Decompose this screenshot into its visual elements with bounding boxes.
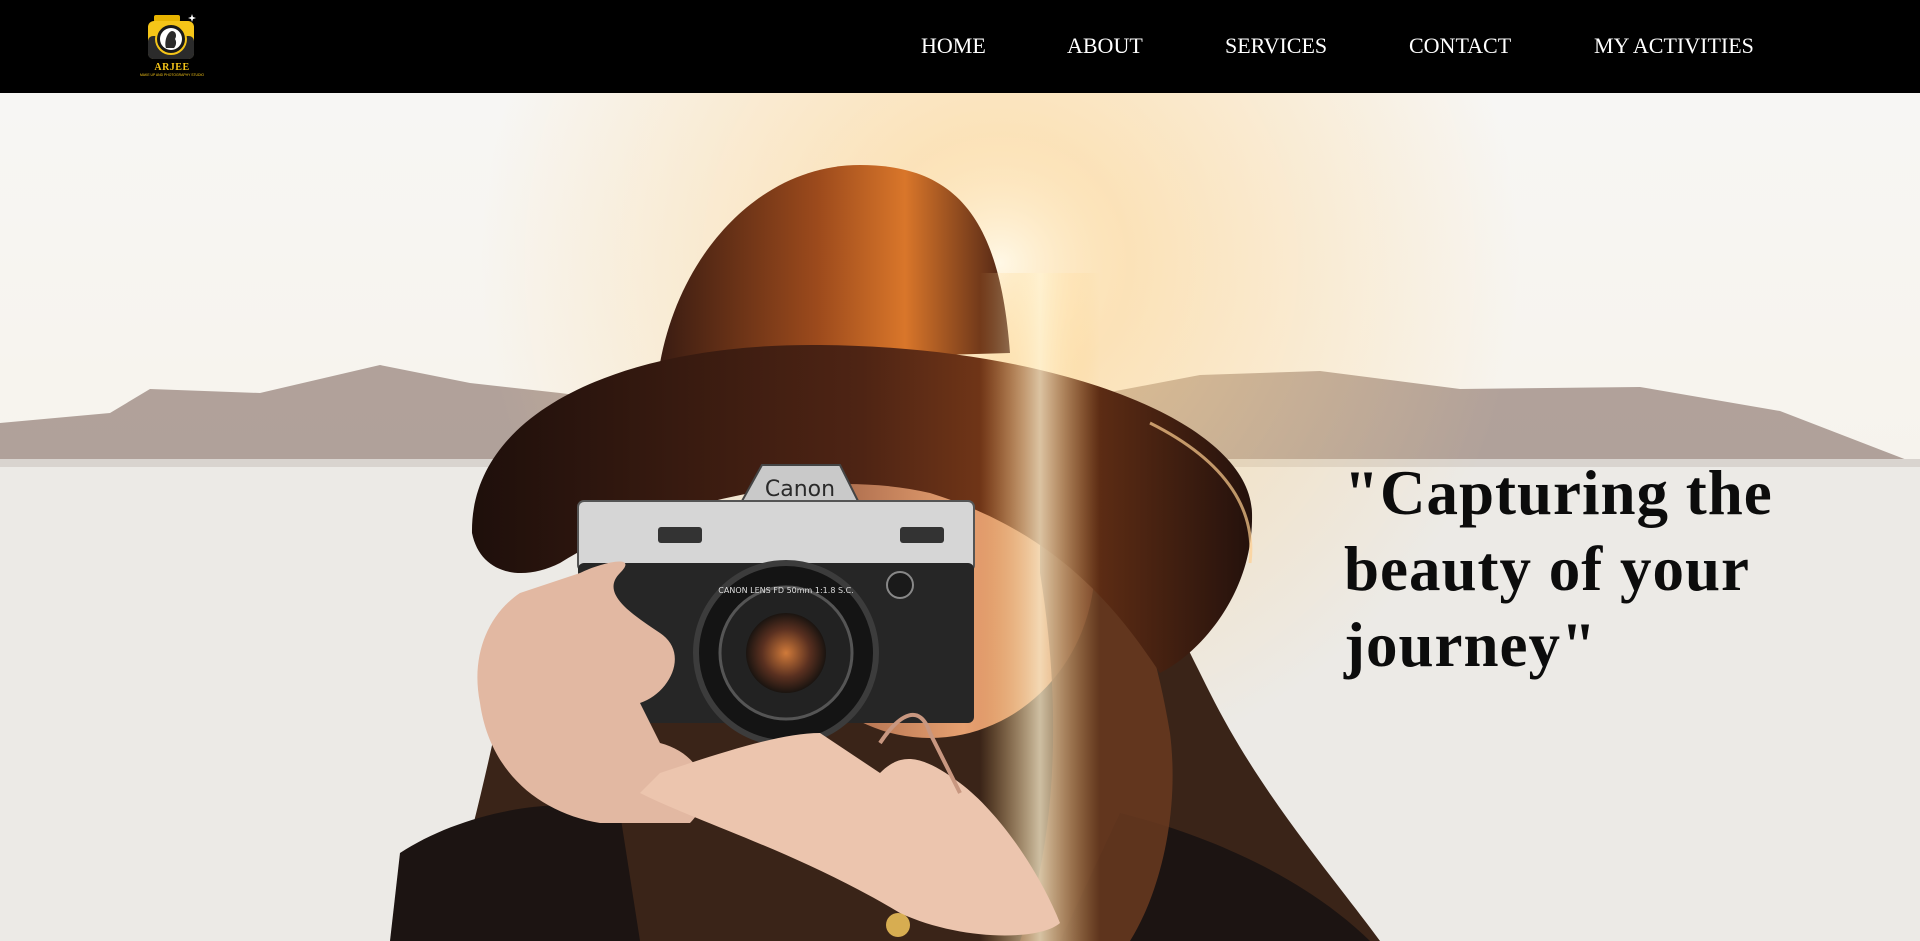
nav-contact-link[interactable]: CONTACT [1409,31,1511,61]
brand-tagline: MAKE UP AND PHOTOGRAPHY STUDIO [139,73,205,77]
lens-label: CANON LENS FD 50mm 1:1.8 S.C. [718,586,853,595]
nav-services-link[interactable]: SERVICES [1225,31,1327,61]
main-nav: HOME ABOUT SERVICES CONTACT MY ACTIVITIE… [0,31,1920,61]
camera-brand-label: Canon [765,477,835,502]
nav-home-link[interactable]: HOME [921,31,986,61]
nav-my-activities-link[interactable]: MY ACTIVITIES [1594,31,1754,61]
hero-quote: "Capturing the beauty of your journey" [1344,458,1773,680]
top-navbar: ARJEE MAKE UP AND PHOTOGRAPHY STUDIO HOM… [0,0,1920,93]
brand-name: ARJEE [154,62,190,73]
nav-about-link[interactable]: ABOUT [1067,31,1143,61]
hero-banner: Canon CANON LENS FD 50mm 1:1.8 S.C. "Cap… [0,93,1920,941]
